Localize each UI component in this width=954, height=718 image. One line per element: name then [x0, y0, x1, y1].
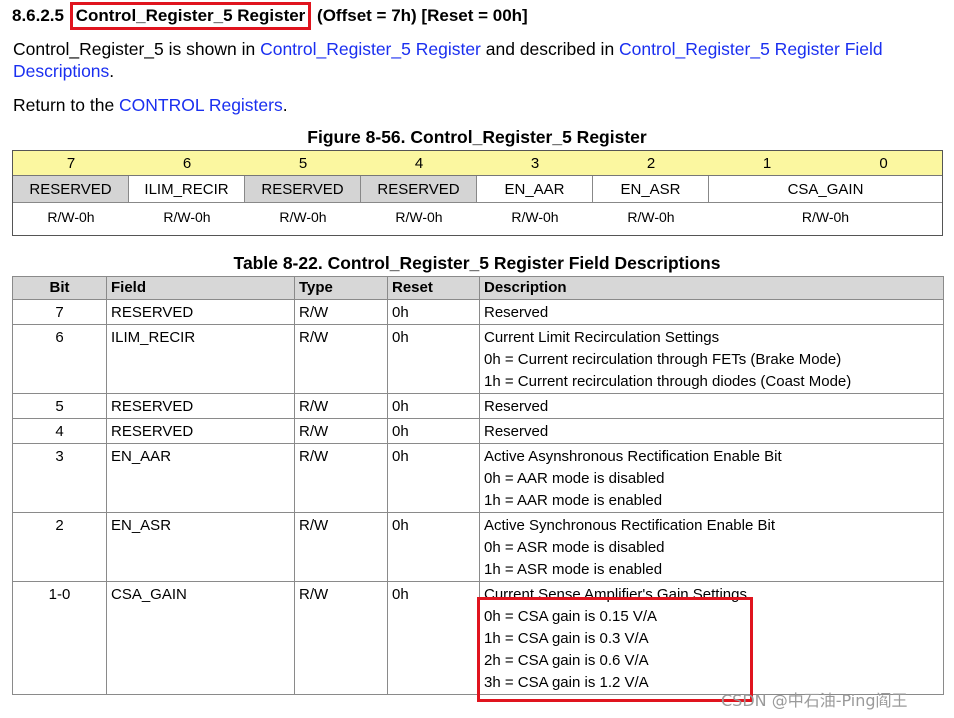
type-cell: R/W [294, 581, 388, 695]
field-cell: EN_AAR [106, 443, 295, 513]
register-figure: 7 6 5 4 3 2 1 0 RESERVED ILIM_RECIR RESE… [12, 150, 943, 236]
access-cell: R/W-0h [395, 209, 443, 225]
intro-text-1: Control_Register_5 is shown in [13, 39, 261, 59]
field-cell: EN_ASR [106, 512, 295, 582]
description-line: Active Synchronous Rectification Enable … [484, 517, 775, 534]
field-cell-csa-gain: CSA_GAIN [709, 176, 942, 203]
reset-cell: 0h [387, 418, 480, 444]
field-cell: RESERVED [106, 418, 295, 444]
type-cell: R/W [294, 299, 388, 325]
description-cell: Active Asynshronous Rectification Enable… [479, 443, 944, 513]
table-row: 4 RESERVED R/W 0h Reserved [12, 418, 944, 444]
bit-number: 0 [825, 151, 942, 176]
bit-cell: 1-0 [12, 581, 107, 695]
reset-cell: 0h [387, 393, 480, 419]
table-row: 2 EN_ASR R/W 0h Active Synchronous Recti… [12, 512, 944, 582]
field-cell: RESERVED [106, 299, 295, 325]
description-line: 0h = AAR mode is disabled [484, 470, 665, 487]
type-cell: R/W [294, 443, 388, 513]
bit-number: 3 [477, 151, 593, 176]
field-cell-reserved: RESERVED [245, 176, 361, 203]
table-row: 3 EN_AAR R/W 0h Active Asynshronous Rect… [12, 443, 944, 513]
description-line: 1h = AAR mode is enabled [484, 492, 663, 509]
bit-number: 2 [593, 151, 709, 176]
table-caption: Table 8-22. Control_Register_5 Register … [233, 253, 721, 273]
register-title-highlight: Control_Register_5 Register [69, 2, 312, 30]
column-header-bit: Bit [12, 276, 107, 300]
bit-cell: 7 [12, 299, 107, 325]
register-figure-link[interactable]: Control_Register_5 Register [260, 39, 481, 59]
figure-caption: Figure 8-56. Control_Register_5 Register [307, 127, 647, 147]
reset-cell: 0h [387, 299, 480, 325]
intro-paragraph: Control_Register_5 is shown in Control_R… [13, 38, 948, 82]
description-line: 0h = Current recirculation through FETs … [484, 351, 842, 368]
section-number: 8.6.2.5 [12, 6, 64, 25]
section-heading: 8.6.2.5 Control_Register_5 Register (Off… [12, 2, 528, 30]
bit-cell: 3 [12, 443, 107, 513]
access-cell: R/W-0h [511, 209, 559, 225]
description-cell: Active Synchronous Rectification Enable … [479, 512, 944, 582]
control-registers-link[interactable]: CONTROL Registers [119, 95, 283, 115]
return-text-2: . [282, 95, 288, 115]
bit-cell: 2 [12, 512, 107, 582]
description-line: 1h = ASR mode is enabled [484, 561, 663, 578]
intro-text-3: . [109, 61, 115, 81]
description-line: Reserved [484, 423, 549, 440]
table-row: 5 RESERVED R/W 0h Reserved [12, 393, 944, 419]
table-row: 6 ILIM_RECIR R/W 0h Current Limit Recirc… [12, 324, 944, 394]
column-header-reset: Reset [387, 276, 480, 300]
type-cell: R/W [294, 324, 388, 394]
csa-gain-highlight-box [477, 597, 753, 702]
description-cell: Reserved [479, 393, 944, 419]
field-cell: RESERVED [106, 393, 295, 419]
access-cell: R/W-0h [163, 209, 211, 225]
description-line: Reserved [484, 304, 549, 321]
column-header-type: Type [294, 276, 388, 300]
field-cell-ilim-recir: ILIM_RECIR [129, 176, 245, 203]
field-cell-en-asr: EN_ASR [593, 176, 709, 203]
reset-cell: 0h [387, 512, 480, 582]
access-cell: R/W-0h [627, 209, 675, 225]
bit-number: 4 [361, 151, 477, 176]
description-line: 1h = Current recirculation through diode… [484, 373, 852, 390]
bit-cell: 6 [12, 324, 107, 394]
description-cell: Reserved [479, 418, 944, 444]
field-cell-reserved: RESERVED [13, 176, 129, 203]
access-cell: R/W-0h [801, 209, 850, 225]
bit-number: 1 [709, 151, 825, 176]
access-cell: R/W-0h [279, 209, 327, 225]
return-text-1: Return to the [13, 95, 120, 115]
description-line: Current Limit Recirculation Settings [484, 329, 720, 346]
bit-cell: 5 [12, 393, 107, 419]
type-cell: R/W [294, 512, 388, 582]
column-header-field: Field [106, 276, 295, 300]
intro-text-2: and described in [480, 39, 620, 59]
field-cell-reserved: RESERVED [361, 176, 477, 203]
column-header-description: Description [479, 276, 944, 300]
description-line: Active Asynshronous Rectification Enable… [484, 448, 782, 465]
description-line: 0h = ASR mode is disabled [484, 539, 665, 556]
access-cell: R/W-0h [47, 209, 95, 225]
bit-number: 5 [245, 151, 361, 176]
field-cell-en-aar: EN_AAR [477, 176, 593, 203]
field-cell: ILIM_RECIR [106, 324, 295, 394]
description-line: Reserved [484, 398, 549, 415]
return-paragraph: Return to the CONTROL Registers. [13, 94, 288, 116]
bit-cell: 4 [12, 418, 107, 444]
offset-reset-text: (Offset = 7h) [Reset = 00h] [317, 6, 528, 25]
field-cell: CSA_GAIN [106, 581, 295, 695]
bit-number: 7 [13, 151, 129, 176]
description-cell: Current Limit Recirculation Settings 0h … [479, 324, 944, 394]
table-header-row: Bit Field Type Reset Description [12, 276, 944, 300]
reset-cell: 0h [387, 443, 480, 513]
watermark: CSDN @中石油-Ping阎王 [721, 691, 908, 710]
description-cell: Reserved [479, 299, 944, 325]
reset-cell: 0h [387, 581, 480, 695]
bit-number: 6 [129, 151, 245, 176]
table-row: 7 RESERVED R/W 0h Reserved [12, 299, 944, 325]
type-cell: R/W [294, 418, 388, 444]
type-cell: R/W [294, 393, 388, 419]
reset-cell: 0h [387, 324, 480, 394]
